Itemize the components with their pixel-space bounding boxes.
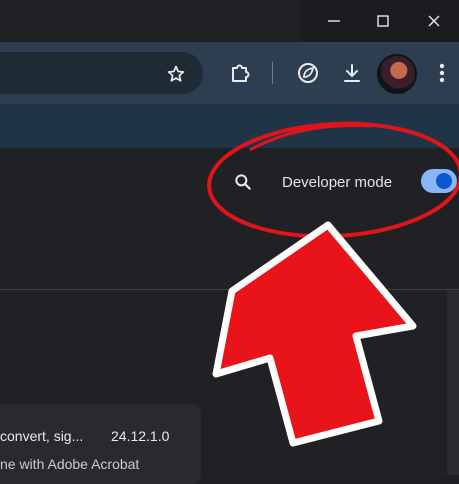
developer-mode-label: Developer mode	[282, 174, 393, 191]
leaf-icon[interactable]	[296, 61, 320, 85]
developer-mode-toggle[interactable]	[421, 169, 457, 193]
minimize-button[interactable]	[312, 0, 356, 42]
close-icon	[428, 15, 440, 27]
close-button[interactable]	[412, 0, 456, 42]
minimize-icon	[328, 20, 340, 22]
puzzle-icon[interactable]	[228, 61, 252, 85]
extensions-header	[0, 104, 459, 148]
maximize-button[interactable]	[361, 0, 405, 42]
extension-description: ne with Adobe Acrobat	[0, 456, 140, 472]
maximize-icon	[377, 15, 389, 27]
profile-avatar[interactable]	[377, 54, 417, 94]
toolbar-separator	[272, 62, 273, 84]
scrollbar[interactable]	[447, 290, 459, 475]
extension-title: convert, sig...	[0, 428, 84, 444]
extension-card	[0, 404, 201, 484]
search-icon[interactable]	[233, 172, 253, 192]
kebab-menu-icon[interactable]	[438, 62, 446, 84]
toggle-knob	[436, 173, 452, 189]
extension-version: 24.12.1.0	[111, 428, 170, 444]
section-divider	[0, 289, 459, 290]
star-icon[interactable]	[166, 64, 186, 84]
tab-strip	[0, 0, 300, 42]
download-icon[interactable]	[340, 61, 364, 85]
title-bar	[0, 0, 459, 42]
